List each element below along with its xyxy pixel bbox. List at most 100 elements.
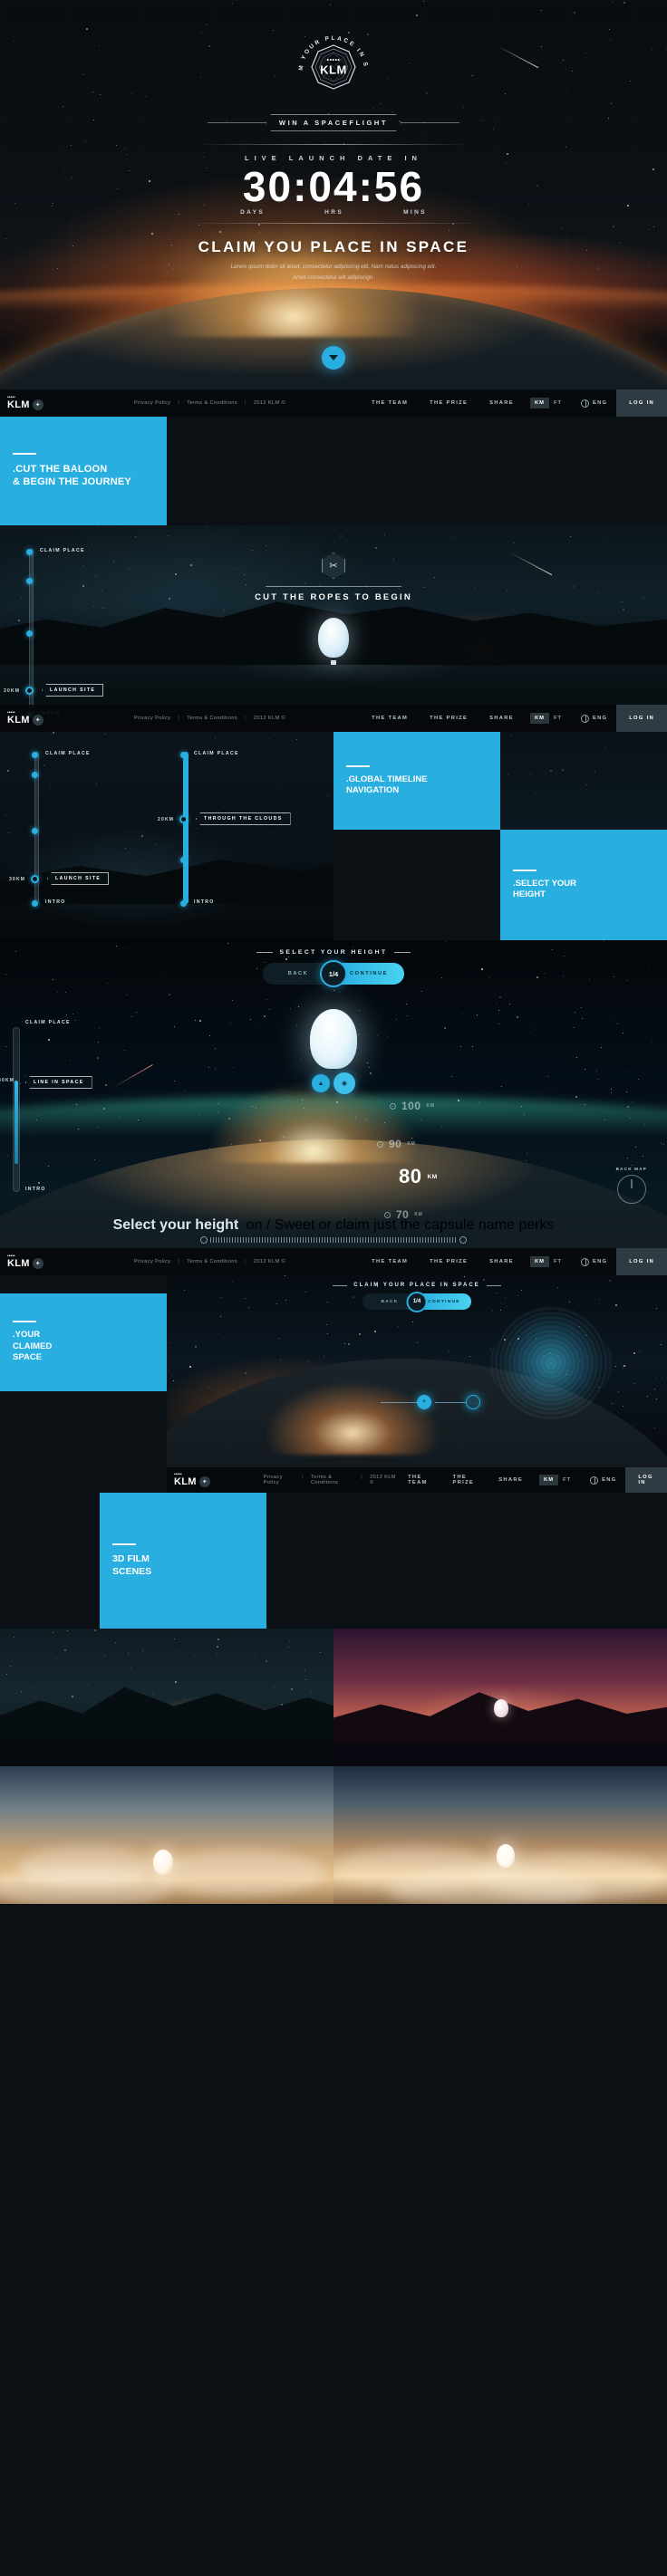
navbar-brand-group[interactable]: ••••• KLM ✦ bbox=[0, 396, 134, 410]
nav-item-the-prize[interactable]: THE PRIZE bbox=[419, 389, 478, 417]
login-button-3[interactable]: LOG IN bbox=[616, 1248, 667, 1275]
language-selector-4[interactable]: ENG bbox=[581, 1476, 625, 1485]
login-button-2[interactable]: LOG IN bbox=[616, 705, 667, 732]
terms-link-3[interactable]: Terms & Conditions bbox=[187, 1259, 237, 1264]
rail-b-dot-mid[interactable] bbox=[180, 857, 187, 863]
nav-item-the-team-3[interactable]: THE TEAM bbox=[361, 1248, 419, 1275]
rail-a-dot-claim[interactable] bbox=[32, 752, 38, 758]
rail-b-dot-clouds[interactable] bbox=[179, 815, 188, 823]
rail-dot-claim[interactable] bbox=[26, 549, 33, 555]
navbar-klm-logo-3[interactable]: ••••• KLM ✦ bbox=[7, 1254, 44, 1269]
hs-rail-chip[interactable]: LINE IN SPACE bbox=[25, 1076, 92, 1089]
unit-toggle-3[interactable]: KM FT bbox=[530, 1256, 566, 1267]
rail-b-track[interactable] bbox=[183, 752, 188, 904]
cut-ropes-callout[interactable]: ✂ CUT THE ROPES TO BEGIN bbox=[255, 553, 412, 602]
copyright-text-3: 2012 KLM © bbox=[254, 1259, 285, 1264]
privacy-policy-link-2[interactable]: Privacy Policy bbox=[134, 716, 170, 721]
nav-item-share-4[interactable]: SHARE bbox=[488, 1467, 534, 1493]
claimed-space-pager[interactable]: BACK CONTINUE 1/4 bbox=[362, 1293, 471, 1310]
unit-ft-option-3[interactable]: FT bbox=[549, 1256, 566, 1267]
rail-dot-launch-site[interactable] bbox=[25, 687, 34, 695]
unit-ft-option-4[interactable]: FT bbox=[558, 1475, 575, 1485]
hotspot-connector-1 bbox=[381, 1402, 419, 1403]
legal-sep-8: | bbox=[361, 1475, 362, 1485]
navbar-klm-logo[interactable]: ••••• KLM ✦ bbox=[7, 396, 44, 410]
altitude-stepper[interactable]: ▲ ◉ bbox=[312, 1072, 355, 1094]
altitude-option-90[interactable]: 90 KM bbox=[377, 1138, 415, 1150]
altitude-slider-rail[interactable] bbox=[13, 1027, 20, 1192]
ribbon-line-left bbox=[208, 122, 266, 123]
nav-item-the-team[interactable]: THE TEAM bbox=[361, 389, 419, 417]
step-pager[interactable]: BACK CONTINUE 1/4 bbox=[263, 963, 404, 985]
language-selector-3[interactable]: ENG bbox=[572, 1258, 616, 1266]
rail-b-km: 20KM bbox=[158, 817, 174, 822]
unit-toggle-4[interactable]: KM FT bbox=[539, 1475, 575, 1485]
rail-chip-launch-site[interactable]: LAUNCH SITE bbox=[42, 684, 103, 697]
still-4-cloud-3 bbox=[388, 1870, 596, 1904]
rail-a-dot-3[interactable] bbox=[32, 828, 38, 834]
rail-a-dot-launch[interactable] bbox=[31, 875, 39, 883]
unit-km-option-3[interactable]: KM bbox=[530, 1256, 549, 1267]
scrubber-end-handle[interactable] bbox=[459, 1236, 467, 1244]
terms-link-2[interactable]: Terms & Conditions bbox=[187, 716, 237, 721]
chevron-up-icon[interactable]: ▲ bbox=[312, 1074, 330, 1092]
timeline-rail-b[interactable]: CLAIM PLACE 20KM THROUGH THE CLOUDS INTR… bbox=[181, 748, 335, 908]
altitude-option-100[interactable]: 100 KM bbox=[390, 1100, 435, 1112]
compass-icon[interactable] bbox=[617, 1175, 646, 1204]
rail-dot-mid-1[interactable] bbox=[26, 578, 33, 584]
nav-item-the-team-2[interactable]: THE TEAM bbox=[361, 705, 419, 732]
rail-a-chip-launch-site[interactable]: LAUNCH SITE bbox=[47, 872, 109, 885]
unit-km-option-2[interactable]: KM bbox=[530, 713, 549, 724]
login-button[interactable]: LOG IN bbox=[616, 389, 667, 417]
nav-item-the-team-4[interactable]: THE TEAM bbox=[397, 1467, 441, 1493]
unit-km-option[interactable]: KM bbox=[530, 398, 549, 409]
navbar-brand-group-4[interactable]: ••••• KLM ✦ bbox=[167, 1473, 264, 1487]
unit-toggle-2[interactable]: KM FT bbox=[530, 713, 566, 724]
terms-link[interactable]: Terms & Conditions bbox=[187, 400, 237, 406]
timeline-scrubber[interactable] bbox=[198, 1235, 469, 1245]
scrubber-start-handle[interactable] bbox=[200, 1236, 208, 1244]
legal-sep-6: | bbox=[245, 1259, 246, 1264]
navbar-klm-logo-4[interactable]: ••••• KLM ✦ bbox=[174, 1473, 210, 1487]
timeline-rail-a[interactable]: CLAIM PLACE 30KM LAUNCH SITE INTRO bbox=[33, 748, 169, 908]
terms-link-4[interactable]: Terms & Conditions bbox=[311, 1475, 353, 1485]
scroll-down-button[interactable] bbox=[322, 346, 345, 370]
still-1-mountains bbox=[0, 1668, 334, 1741]
navbar-brand-group-3[interactable]: ••••• KLM ✦ bbox=[0, 1254, 134, 1269]
unit-ft-option[interactable]: FT bbox=[549, 398, 566, 409]
privacy-policy-link-4[interactable]: Privacy Policy bbox=[264, 1475, 295, 1485]
altitude-value-100: 100 bbox=[401, 1100, 421, 1112]
nav-item-share-2[interactable]: SHARE bbox=[478, 705, 525, 732]
rail-a-dot-intro[interactable] bbox=[32, 900, 38, 907]
nav-item-share-3[interactable]: SHARE bbox=[478, 1248, 525, 1275]
navbar-klm-logo-2[interactable]: ••••• KLM ✦ bbox=[7, 711, 44, 726]
rail-b-chip-through-clouds[interactable]: THROUGH THE CLOUDS bbox=[196, 812, 291, 825]
hotspot-marker-2[interactable]: + bbox=[466, 1395, 480, 1409]
altitude-option-80[interactable]: 80 KM bbox=[399, 1165, 438, 1188]
height-scrubber-row[interactable] bbox=[0, 1232, 667, 1248]
klm-wordmark: ••••• KLM bbox=[320, 58, 347, 77]
language-selector[interactable]: ENG bbox=[572, 399, 616, 408]
rail-dot-mid-2[interactable] bbox=[26, 630, 33, 637]
timeline-rail[interactable]: CLAIM PLACE 30KM LAUNCH SITE INTRO bbox=[27, 542, 154, 719]
language-selector-2[interactable]: ENG bbox=[572, 715, 616, 723]
unit-toggle[interactable]: KM FT bbox=[530, 398, 566, 409]
rail-a-dot-2[interactable] bbox=[32, 772, 38, 778]
copyright-text-4: 2012 KLM © bbox=[370, 1475, 397, 1485]
hotspot-marker-1[interactable]: + bbox=[417, 1395, 431, 1409]
navbar-brand-text-4: KLM bbox=[174, 1477, 197, 1487]
nav-item-the-prize-2[interactable]: THE PRIZE bbox=[419, 705, 478, 732]
target-icon[interactable]: ◉ bbox=[334, 1072, 355, 1094]
nav-item-share[interactable]: SHARE bbox=[478, 389, 525, 417]
nav-item-the-prize-4[interactable]: THE PRIZE bbox=[442, 1467, 488, 1493]
unit-ft-option-2[interactable]: FT bbox=[549, 713, 566, 724]
back-map-widget[interactable]: BACK MAP bbox=[616, 1167, 647, 1204]
unit-km-option-4[interactable]: KM bbox=[539, 1475, 558, 1485]
nav-item-the-prize-3[interactable]: THE PRIZE bbox=[419, 1248, 478, 1275]
privacy-policy-link-3[interactable]: Privacy Policy bbox=[134, 1259, 170, 1264]
rail-b-dot-intro[interactable] bbox=[180, 900, 187, 907]
privacy-policy-link[interactable]: Privacy Policy bbox=[134, 400, 170, 406]
rail-b-dot-claim[interactable] bbox=[180, 752, 187, 758]
login-button-4[interactable]: LOG IN bbox=[625, 1467, 667, 1493]
navbar-brand-group-2[interactable]: ••••• KLM ✦ bbox=[0, 711, 134, 726]
